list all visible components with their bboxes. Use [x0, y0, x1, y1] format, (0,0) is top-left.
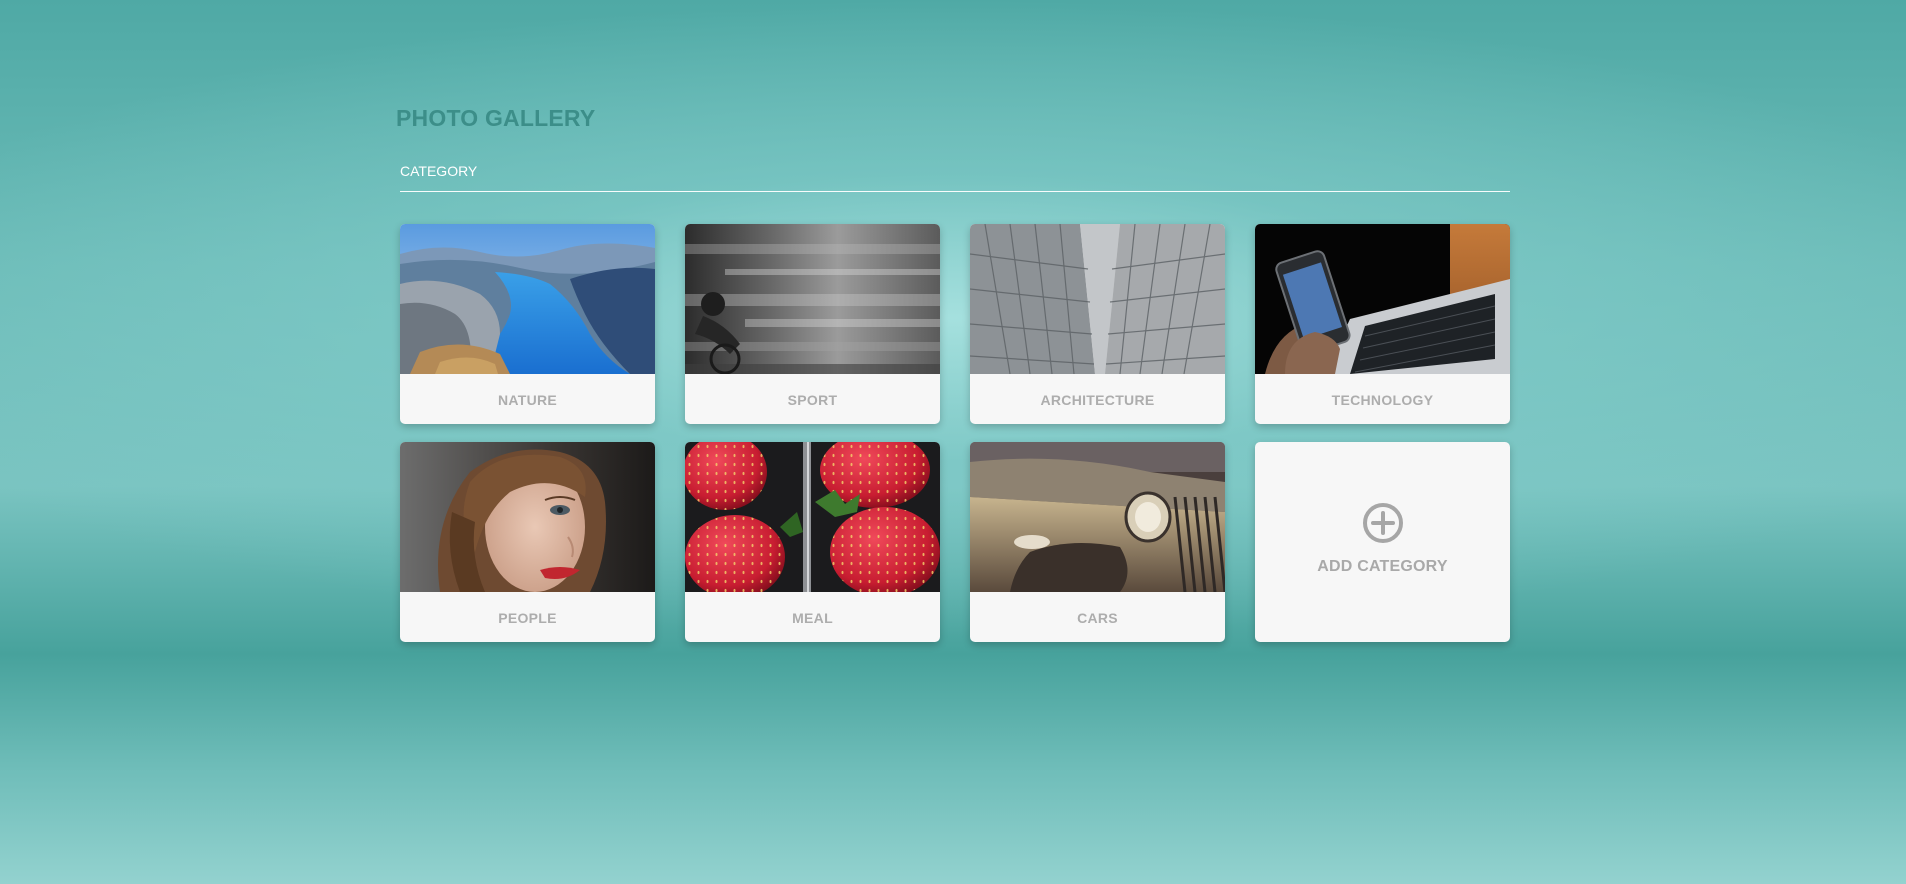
category-card-people[interactable]: PEOPLE — [400, 442, 655, 642]
category-label: ARCHITECTURE — [1040, 392, 1155, 408]
page-title: PHOTO GALLERY — [396, 105, 596, 131]
meal-thumbnail — [685, 442, 940, 592]
add-category-label: ADD CATEGORY — [1317, 558, 1448, 575]
category-grid: NATURE SPORT ARCHITECTURE TECHNOLOGY PEO… — [400, 224, 1510, 642]
people-thumbnail — [400, 442, 655, 592]
category-label: PEOPLE — [498, 610, 557, 626]
category-label: MEAL — [792, 610, 833, 626]
tab-category[interactable]: CATEGORY — [400, 160, 477, 182]
category-card-technology[interactable]: TECHNOLOGY — [1255, 224, 1510, 424]
add-category-card[interactable]: ADD CATEGORY — [1255, 442, 1510, 642]
nature-thumbnail — [400, 224, 655, 374]
technology-thumbnail — [1255, 224, 1510, 374]
cars-thumbnail — [970, 442, 1225, 592]
category-tab-bar: CATEGORY — [400, 160, 1510, 192]
category-card-cars[interactable]: CARS — [970, 442, 1225, 642]
category-card-sport[interactable]: SPORT — [685, 224, 940, 424]
category-card-meal[interactable]: MEAL — [685, 442, 940, 642]
category-card-nature[interactable]: NATURE — [400, 224, 655, 424]
gallery-page: PHOTO GALLERY CATEGORY NATURE SPORT ARCH… — [396, 100, 1510, 642]
sport-thumbnail — [685, 224, 940, 374]
category-card-architecture[interactable]: ARCHITECTURE — [970, 224, 1225, 424]
category-label: SPORT — [787, 392, 838, 408]
category-label: NATURE — [497, 392, 558, 408]
architecture-thumbnail — [970, 224, 1225, 374]
plus-circle-icon — [1362, 503, 1403, 543]
category-label: CARS — [1077, 610, 1118, 626]
category-label: TECHNOLOGY — [1331, 392, 1434, 408]
